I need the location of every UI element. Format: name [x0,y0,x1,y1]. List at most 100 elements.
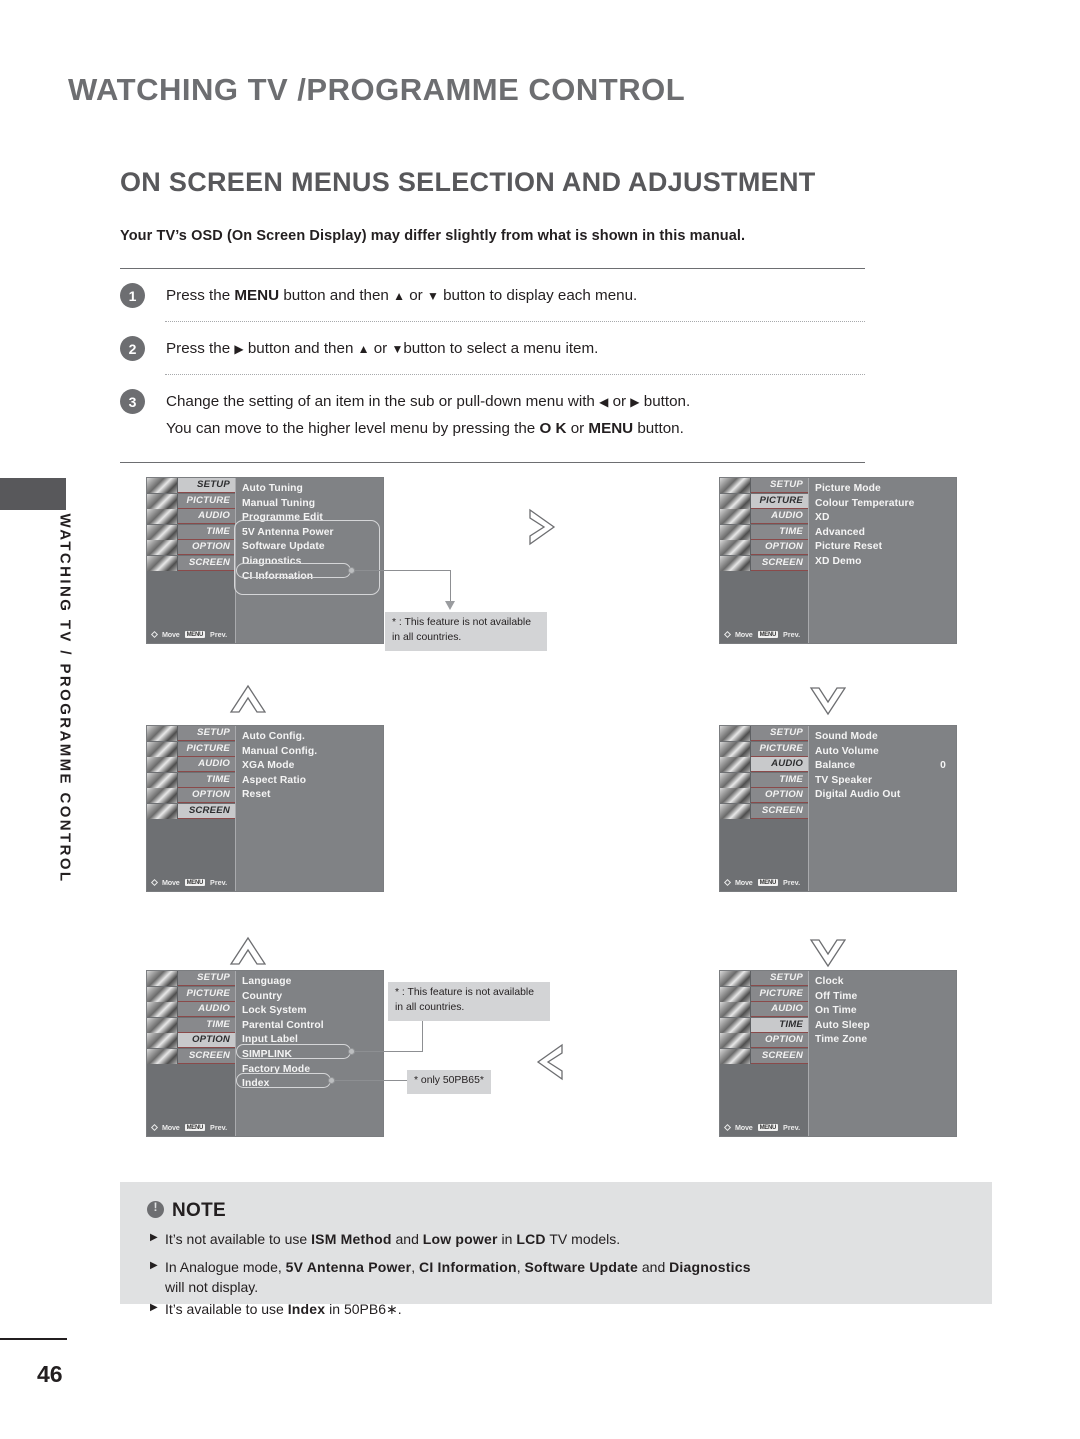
osd-menu-item[interactable]: Auto Volume [815,745,956,760]
osd-menu-key: MENU [757,631,779,638]
osd-tab-time[interactable]: TIME [720,772,808,788]
osd-menu-item[interactable]: Diagnostics [242,555,383,570]
osd-tab-audio[interactable]: AUDIO [147,1002,235,1017]
osd-menu-key: MENU [184,631,206,638]
osd-tab-option[interactable]: OPTION [147,1033,235,1048]
osd-menu-item[interactable]: XD Demo [815,555,956,570]
osd-menu-item[interactable]: TV Speaker [815,774,956,789]
osd-menu-item[interactable]: Picture Reset [815,540,956,555]
osd-footer-hint: Move MENU Prev. [723,630,800,639]
simplink-connector-dot [348,1048,355,1055]
callout-not-available-1: * : This feature is not available in all… [385,612,547,651]
osd-tab-setup[interactable]: SETUP [720,478,808,493]
osd-menu-item[interactable]: CI Information [242,570,383,585]
osd-footer-hint: Move MENU Prev. [723,1123,800,1132]
osd-item-label: Time Zone [815,1034,868,1046]
tab-thumbnail-icon [720,1033,751,1048]
osd-tab-audio[interactable]: AUDIO [147,757,235,772]
osd-tab-screen[interactable]: SCREEN [147,555,235,571]
osd-menu-item[interactable]: Input Label [242,1033,383,1048]
osd-tab-option[interactable]: OPTION [720,1033,808,1048]
osd-diagram: SETUP PICTURE AUDIO TIME OPTION SCREEN Move MEN… [0,455,1080,1175]
callout-not-available-2: * : This feature is not available in all… [388,982,550,1021]
osd-tab-time[interactable]: TIME [147,524,235,540]
osd-tab-option[interactable]: OPTION [147,788,235,803]
osd-tab-option[interactable]: OPTION [720,788,808,803]
osd-tab-picture[interactable]: PICTURE [147,986,235,1002]
osd-tab-setup[interactable]: SETUP [147,726,235,741]
osd-tab-label: TIME [751,1017,808,1033]
osd-tab-time[interactable]: TIME [720,524,808,540]
osd-menu-item[interactable]: Colour Temperature [815,497,956,512]
osd-menu-item[interactable]: XD [815,511,956,526]
osd-tab-label: AUDIO [178,757,235,772]
chevron-right-icon [529,508,556,546]
osd-tab-audio[interactable]: AUDIO [720,757,808,772]
osd-item-label: Auto Config. [242,731,305,742]
step-text: Press the MENU button and then ▲ or ▼ bu… [166,287,638,304]
tab-thumbnail-icon [720,1048,751,1064]
osd-menu-item[interactable]: Manual Tuning [242,497,383,512]
osd-menu-item[interactable]: Picture Mode [815,482,956,497]
move-diamond-icon [150,630,159,639]
osd-menu-item[interactable]: Software Update [242,540,383,555]
osd-tab-label: AUDIO [178,1002,235,1017]
osd-menu-item[interactable]: Sound Mode [815,730,956,745]
osd-menu-item[interactable]: Lock System [242,1004,383,1019]
osd-tab-option[interactable]: OPTION [720,540,808,555]
osd-tab-time[interactable]: TIME [147,772,235,788]
chevron-left-icon [536,1043,563,1081]
osd-tab-setup[interactable]: SETUP [720,726,808,741]
osd-tab-screen[interactable]: SCREEN [147,1048,235,1064]
osd-menu-item[interactable]: Parental Control [242,1019,383,1034]
osd-menu-item[interactable]: Manual Config. [242,745,383,760]
osd-menu-item[interactable]: Auto Sleep [815,1019,956,1034]
osd-tab-option[interactable]: OPTION [147,540,235,555]
osd-tab-picture[interactable]: PICTURE [720,986,808,1002]
osd-menu-item[interactable]: XGA Mode [242,759,383,774]
step-text: Change the setting of an item in the sub… [166,393,691,438]
osd-tab-screen[interactable]: SCREEN [720,555,808,571]
osd-menu-item[interactable]: Aspect Ratio [242,774,383,789]
osd-menu-item[interactable]: Time Zone [815,1033,956,1048]
osd-menu-item[interactable]: 5V Antenna Power [242,526,383,541]
osd-panel-picture: SETUP PICTURE AUDIO TIME OPTION SCREEN Move MEN… [719,477,957,644]
osd-menu-item[interactable]: Auto Config. [242,730,383,745]
osd-menu-item[interactable]: Advanced [815,526,956,541]
osd-tab-label: PICTURE [751,986,808,1002]
osd-tab-label: SCREEN [751,1048,808,1064]
tab-thumbnail-icon [720,788,751,803]
osd-tab-screen[interactable]: SCREEN [720,1048,808,1064]
osd-tab-time[interactable]: TIME [147,1017,235,1033]
connector-arrow-down [445,601,455,610]
osd-menu-item[interactable]: Digital Audio Out [815,788,956,803]
osd-tab-screen[interactable]: SCREEN [147,803,235,819]
osd-menu-item[interactable]: Factory Mode [242,1063,383,1078]
osd-tab-audio[interactable]: AUDIO [147,509,235,524]
tab-thumbnail-icon [147,971,178,986]
osd-menu-item[interactable]: Off Time [815,990,956,1005]
osd-tab-picture[interactable]: PICTURE [720,741,808,757]
osd-panel-screen: SETUP PICTURE AUDIO TIME OPTION SCREEN Move MEN… [146,725,384,892]
osd-tab-picture[interactable]: PICTURE [147,741,235,757]
osd-menu-item[interactable]: Auto Tuning [242,482,383,497]
osd-tab-setup[interactable]: SETUP [147,971,235,986]
osd-tab-setup[interactable]: SETUP [720,971,808,986]
osd-tab-audio[interactable]: AUDIO [720,509,808,524]
chapter-title: WATCHING TV /PROGRAMME CONTROL [68,72,686,107]
osd-menu-item[interactable]: On Time [815,1004,956,1019]
osd-menu-item[interactable]: Balance 0 [815,759,956,774]
osd-menu-item[interactable]: Reset [242,788,383,803]
osd-menu-item[interactable]: Clock [815,975,956,990]
tab-thumbnail-icon [720,540,751,555]
osd-tab-audio[interactable]: AUDIO [720,1002,808,1017]
osd-menu-item[interactable]: Language [242,975,383,990]
osd-tab-screen[interactable]: SCREEN [720,803,808,819]
osd-tab-time[interactable]: TIME [720,1017,808,1033]
osd-tab-picture[interactable]: PICTURE [147,493,235,509]
osd-tab-label: PICTURE [751,493,808,509]
osd-tab-setup[interactable]: SETUP [147,478,235,493]
osd-menu-item[interactable]: Country [242,990,383,1005]
osd-menu-item[interactable]: Programme Edit [242,511,383,526]
osd-tab-picture[interactable]: PICTURE [720,493,808,509]
